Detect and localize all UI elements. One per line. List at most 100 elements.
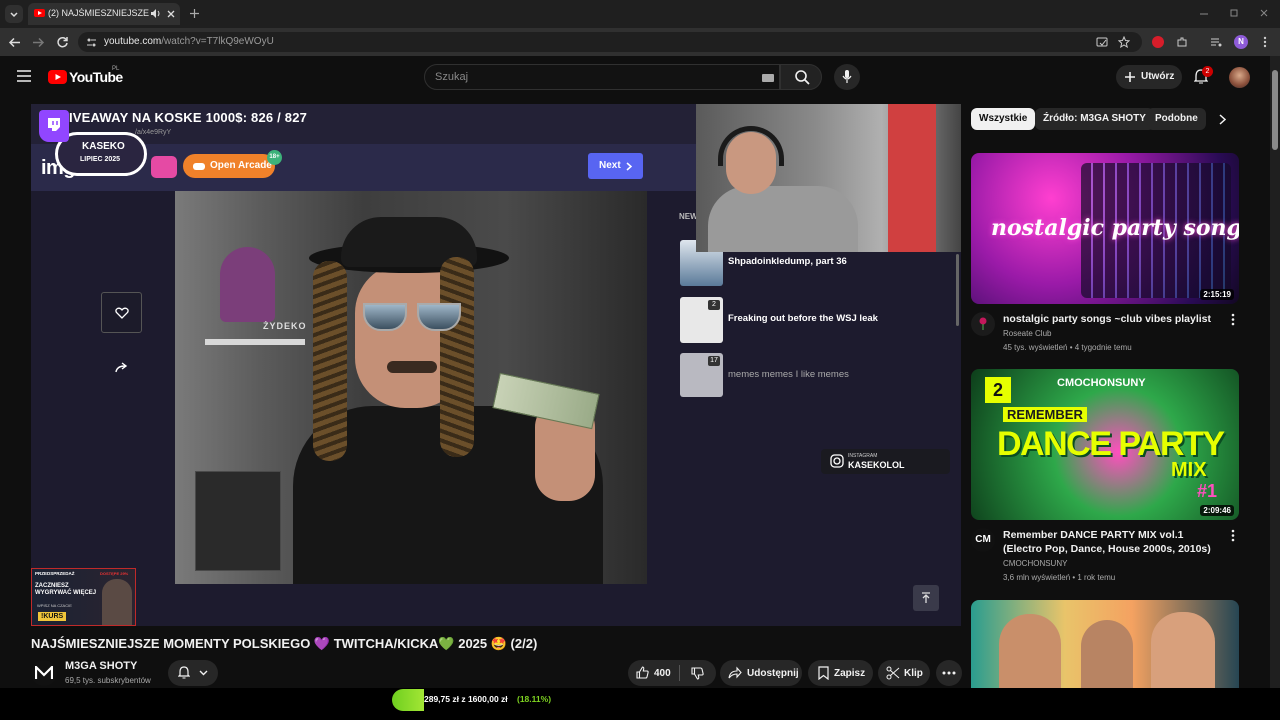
youtube-play-logo-icon — [48, 70, 67, 84]
instagram-icon — [830, 454, 844, 468]
reload-icon[interactable] — [56, 36, 69, 49]
tab-search-button[interactable] — [5, 5, 23, 23]
speaker-icon[interactable] — [150, 8, 161, 19]
dislike-button[interactable] — [680, 660, 716, 686]
new-tab-icon[interactable] — [189, 8, 200, 19]
clip-label: Klip — [904, 668, 923, 679]
bookmark-star-icon[interactable] — [1118, 36, 1130, 48]
webcam-door — [888, 104, 936, 252]
right-sidelock — [440, 257, 474, 457]
instagram-tag: INSTAGRAM KASEKOLOL — [821, 449, 950, 474]
related-video-channel[interactable]: CMOCHONSUNY — [1003, 559, 1067, 568]
extensions-puzzle-icon[interactable] — [1176, 36, 1188, 48]
chevron-down-icon — [10, 12, 18, 18]
subscribe-bell-button[interactable] — [168, 660, 218, 686]
channel-logo-icon — [35, 666, 53, 679]
instagram-label: INSTAGRAM — [848, 453, 878, 459]
clip-button[interactable]: Klip — [878, 660, 930, 686]
more-vertical-icon[interactable] — [1230, 313, 1236, 326]
restore-icon[interactable] — [1229, 8, 1239, 18]
voice-search-button[interactable] — [834, 64, 860, 90]
channel-avatar[interactable]: CM — [971, 528, 995, 552]
heart-icon — [115, 307, 129, 319]
close-tab-icon[interactable] — [166, 9, 176, 19]
ad-line4: WYGRYWAĆ WIĘCEJ — [35, 590, 97, 596]
thumbnail-brand: CMOCHONSUNY — [1057, 377, 1146, 389]
related-video-thumbnail[interactable]: 2 CMOCHONSUNY REMEMBER DANCE PARTY MIX #… — [971, 369, 1239, 520]
forward-icon[interactable] — [32, 36, 45, 49]
hamburger-menu-icon[interactable] — [17, 70, 31, 82]
save-button[interactable]: Zapisz — [808, 660, 873, 686]
microphone-icon — [842, 70, 852, 83]
sunglasses — [355, 303, 467, 335]
plus-icon — [1125, 72, 1135, 82]
gamepad-icon — [193, 163, 205, 170]
like-dislike-group: 400 — [628, 660, 716, 686]
ad-line5: WPISZ NA CZACIE — [37, 603, 72, 608]
chevron-down-icon — [199, 670, 208, 676]
scrollbar-thumb[interactable] — [1272, 70, 1278, 150]
wall-sign: ŻYDEKO — [263, 321, 307, 331]
channel-avatar[interactable] — [31, 660, 57, 686]
browser-menu-icon[interactable] — [1262, 36, 1268, 48]
more-vertical-icon[interactable] — [1230, 529, 1236, 542]
extension-red-icon[interactable] — [1152, 36, 1164, 48]
post-count-badge: 2 — [708, 300, 720, 310]
media-controls-icon[interactable] — [1210, 36, 1222, 48]
search-button[interactable] — [780, 64, 822, 90]
more-actions-button[interactable] — [936, 660, 962, 686]
related-video-title[interactable]: nostalgic party songs ~club vibes playli… — [1003, 312, 1215, 326]
account-avatar[interactable] — [1229, 67, 1250, 88]
channel-name[interactable]: M3GA SHOTY — [65, 660, 137, 672]
post-title: Shpadoinkledump, part 36 — [728, 256, 847, 267]
browser-tab-bar: (2) NAJŚMIESZNIEJSZE MO — [0, 0, 1280, 28]
keyboard-icon[interactable] — [762, 74, 774, 82]
address-bar[interactable]: youtube.com/watch?v=T7lkQ9eWOyU — [78, 32, 1142, 52]
chip-all[interactable]: Wszystkie — [971, 108, 1036, 130]
like-count: 400 — [654, 668, 671, 679]
webcam-overlay — [696, 104, 961, 252]
scissors-icon — [886, 666, 900, 680]
search-input[interactable]: Szukaj — [424, 64, 780, 90]
back-icon[interactable] — [8, 36, 21, 49]
chip-source[interactable]: Źródło: M3GA SHOTY — [1035, 108, 1154, 130]
related-video-title[interactable]: Remember DANCE PARTY MIX vol.1 (Electro … — [1003, 528, 1215, 556]
video-title: NAJŚMIESZNIEJSZE MOMENTY POLSKIEGO 💜 TWI… — [31, 636, 538, 651]
related-video-thumbnail[interactable]: nostalgic party songs 2:15:19 — [971, 153, 1239, 304]
search-icon — [795, 70, 810, 85]
more-horizontal-icon — [942, 671, 956, 675]
subscriber-count: 69,5 tys. subskrybentów — [65, 676, 151, 685]
like-button[interactable]: 400 — [628, 660, 678, 686]
thumbnail-line1: REMEMBER — [1003, 407, 1087, 422]
chip-related[interactable]: Podobne — [1147, 108, 1206, 130]
share-label: Udostępnij — [747, 668, 799, 679]
chips-next-icon[interactable] — [1219, 114, 1226, 125]
post-title: memes memes I like memes — [728, 369, 849, 380]
tab-title: (2) NAJŚMIESZNIEJSZE MO — [48, 8, 150, 18]
video-player[interactable]: IVEAWAY NA KOSKE 1000$: 826 / 827 /a/x4e… — [31, 104, 961, 626]
notifications-button[interactable]: 2 — [1192, 65, 1216, 89]
cast-icon[interactable] — [1096, 37, 1108, 48]
bell-icon — [178, 666, 190, 679]
related-video-meta: 3,6 mln wyświetleń • 1 rok temu — [1003, 573, 1116, 582]
save-label: Zapisz — [834, 668, 866, 679]
goal-percent-text: (18.11%) — [517, 694, 552, 704]
create-button[interactable]: Utwórz — [1116, 65, 1182, 89]
channel-monogram-icon: CM — [975, 534, 991, 545]
related-video-thumbnail[interactable] — [971, 600, 1239, 688]
channel-avatar[interactable] — [971, 312, 995, 336]
site-info-icon[interactable] — [86, 37, 97, 48]
profile-avatar[interactable]: N — [1234, 35, 1248, 49]
youtube-favicon-icon — [34, 9, 45, 17]
arrow-up-icon — [922, 592, 930, 603]
close-window-icon[interactable] — [1259, 8, 1269, 18]
page-scrollbar[interactable] — [1270, 56, 1280, 688]
thumbnail-text: nostalgic party songs — [991, 215, 1239, 241]
share-button[interactable]: Udostępnij — [720, 660, 802, 686]
notification-badge: 2 — [1202, 66, 1213, 77]
mustache — [387, 361, 437, 373]
minimize-icon[interactable] — [1199, 10, 1209, 18]
related-video-channel[interactable]: Roseate Club — [1003, 329, 1051, 338]
browser-toolbar: youtube.com/watch?v=T7lkQ9eWOyU N — [0, 28, 1280, 56]
browser-tab[interactable]: (2) NAJŚMIESZNIEJSZE MO — [28, 3, 180, 25]
